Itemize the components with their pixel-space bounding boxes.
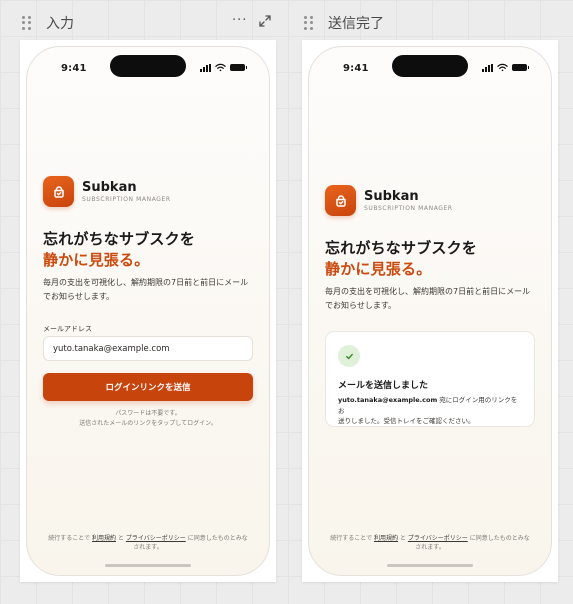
app-logo-icon xyxy=(43,176,74,207)
signal-icon xyxy=(200,63,211,72)
terms-text: 続行することで 利用規約 と プライバシーポリシー に同意したものとみな されま… xyxy=(325,534,535,552)
send-login-link-button[interactable]: ログインリンクを送信 xyxy=(43,373,253,401)
status-icons xyxy=(482,63,529,72)
artboard-title: 入力 xyxy=(46,16,74,32)
helper-note: パスワードは不要です。 送信されたメールのリンクをタップしてログイン。 xyxy=(43,409,253,429)
phone-screen: 9:41 Subkan SUBSCRIPTION MANAGER 忘れがちなサブ… xyxy=(26,46,270,576)
home-indicator xyxy=(387,564,473,567)
brand-subtitle: SUBSCRIPTION MANAGER xyxy=(82,195,171,203)
email-label: メールアドレス xyxy=(43,325,92,333)
success-message: yuto.tanaka@example.com 宛にログイン用のリンクをお 送り… xyxy=(338,395,522,427)
wifi-icon xyxy=(215,63,226,72)
privacy-policy-link[interactable]: プライバシーポリシー xyxy=(408,535,468,542)
email-field[interactable]: yuto.tanaka@example.com xyxy=(43,336,253,361)
home-indicator xyxy=(105,564,191,567)
brand-name: Subkan xyxy=(82,179,137,195)
brand-subtitle: SUBSCRIPTION MANAGER xyxy=(364,204,453,212)
drag-handle-icon[interactable] xyxy=(22,16,32,30)
terms-and: と xyxy=(399,535,406,542)
status-time: 9:41 xyxy=(61,63,87,74)
terms-text: 続行することで 利用規約 と プライバシーポリシー に同意したものとみな されま… xyxy=(43,534,253,552)
artboard-header[interactable]: 入力 xyxy=(22,12,74,34)
battery-icon xyxy=(230,64,247,71)
sent-email-address: yuto.tanaka@example.com xyxy=(338,396,438,404)
privacy-policy-link[interactable]: プライバシーポリシー xyxy=(126,535,186,542)
description: 毎月の支出を可視化し、解約期限の7日前と前日にメールでお知らせします。 xyxy=(325,287,531,310)
headline-accent: 静かに見張る。 xyxy=(325,260,432,278)
success-title: メールを送信しました xyxy=(338,381,429,391)
device-frame: 9:41 Subkan SUBSCRIPTION MANAGER 忘れがちなサブ… xyxy=(302,40,558,582)
headline: 忘れがちなサブスクを 静かに見張る。 xyxy=(325,238,535,280)
terms-suffix-line2: されます。 xyxy=(133,544,163,551)
artboard-sent: 送信完了 9:41 Subkan SUBSCRIPTION MANAGER 忘れ… xyxy=(282,0,573,604)
headline-line1: 忘れがちなサブスクを xyxy=(325,239,478,257)
headline-line1: 忘れがちなサブスクを xyxy=(43,230,196,248)
status-icons xyxy=(200,63,247,72)
artboard-input: 入力 ··· 9:41 Subkan SUBSCRIPTION MANAGER … xyxy=(0,0,276,604)
checkmark-icon xyxy=(338,345,360,367)
wifi-icon xyxy=(497,63,508,72)
terms-of-service-link[interactable]: 利用規約 xyxy=(374,535,398,542)
terms-prefix: 続行することで xyxy=(330,535,373,542)
phone-screen: 9:41 Subkan SUBSCRIPTION MANAGER 忘れがちなサブ… xyxy=(308,46,552,576)
dynamic-island xyxy=(110,55,186,77)
terms-and: と xyxy=(117,535,124,542)
expand-icon[interactable] xyxy=(259,15,272,27)
brand-name: Subkan xyxy=(364,188,419,204)
terms-suffix-line2: されます。 xyxy=(415,544,445,551)
status-time: 9:41 xyxy=(343,63,369,74)
device-frame: 9:41 Subkan SUBSCRIPTION MANAGER 忘れがちなサブ… xyxy=(20,40,276,582)
description: 毎月の支出を可視化し、解約期限の7日前と前日にメールでお知らせします。 xyxy=(43,278,249,301)
more-icon[interactable]: ··· xyxy=(232,14,247,28)
success-message-line2: 送りしました。受信トレイをご確認ください。 xyxy=(338,417,475,425)
app-logo-icon xyxy=(325,185,356,216)
brand: Subkan SUBSCRIPTION MANAGER xyxy=(325,185,535,216)
headline: 忘れがちなサブスクを 静かに見張る。 xyxy=(43,229,253,271)
dynamic-island xyxy=(392,55,468,77)
terms-of-service-link[interactable]: 利用規約 xyxy=(92,535,116,542)
artboard-title: 送信完了 xyxy=(328,16,384,32)
battery-icon xyxy=(512,64,529,71)
helper-note-line2: 送信されたメールのリンクをタップしてログイン。 xyxy=(79,420,217,427)
signal-icon xyxy=(482,63,493,72)
drag-handle-icon[interactable] xyxy=(304,16,314,30)
headline-accent: 静かに見張る。 xyxy=(43,251,150,269)
helper-note-line1: パスワードは不要です。 xyxy=(115,410,181,417)
brand: Subkan SUBSCRIPTION MANAGER xyxy=(43,176,253,207)
terms-prefix: 続行することで xyxy=(48,535,91,542)
terms-suffix: に同意したものとみな xyxy=(469,535,530,542)
artboard-header[interactable]: 送信完了 xyxy=(304,12,384,34)
success-card: メールを送信しました yuto.tanaka@example.com 宛にログイ… xyxy=(325,331,535,427)
terms-suffix: に同意したものとみな xyxy=(187,535,248,542)
